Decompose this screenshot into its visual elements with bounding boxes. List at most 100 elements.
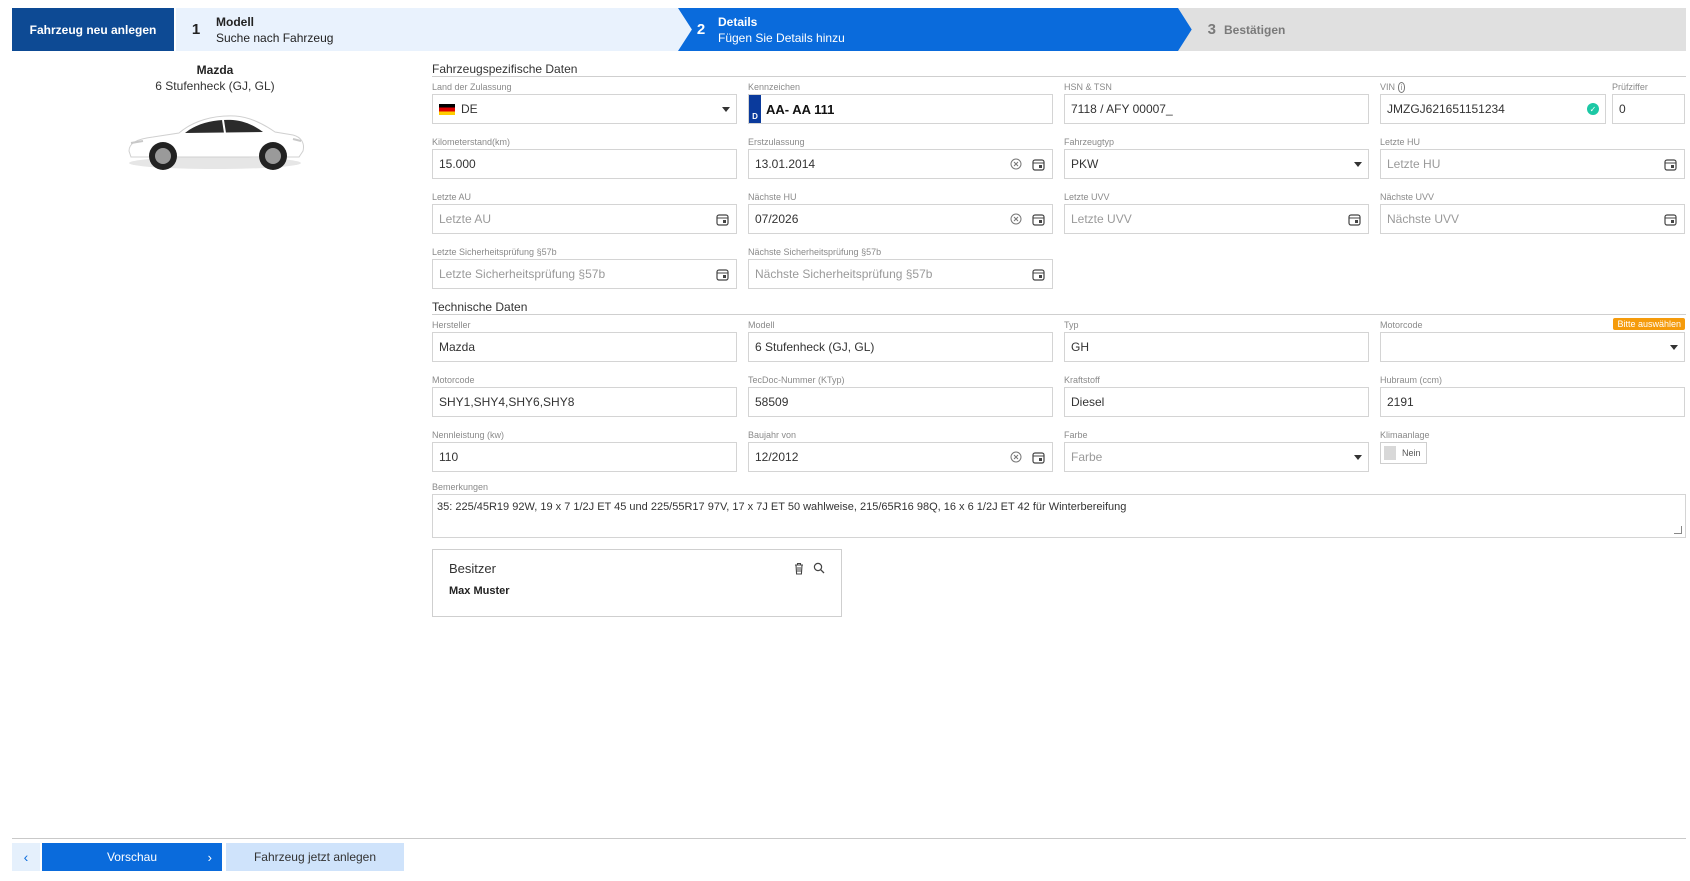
field-label: Bemerkungen (432, 482, 489, 492)
field-label: Nennleistung (kw) (432, 430, 505, 440)
chevron-right-icon: › (207, 849, 212, 865)
next-safety-check-input[interactable]: Nächste Sicherheitsprüfung §57b (748, 259, 1053, 289)
fuel-input[interactable]: Diesel (1064, 387, 1369, 417)
next-uvv-input[interactable]: Nächste UVV (1380, 204, 1685, 234)
field-placeholder: Letzte HU (1387, 157, 1441, 171)
mileage-input[interactable]: 15.000 (432, 149, 737, 179)
check-circle-icon: ✓ (1586, 103, 1599, 115)
plate-country-badge: D (749, 95, 761, 123)
calendar-icon[interactable] (1030, 449, 1046, 465)
chevron-down-icon (722, 106, 730, 112)
field-label: Nächste HU (748, 192, 797, 202)
section-vehicle-data: Fahrzeugspezifische Daten (432, 60, 1686, 77)
german-flag-icon (439, 103, 455, 115)
field-hersteller: Hersteller Mazda (432, 315, 737, 370)
chevron-left-icon: ‹ (23, 849, 29, 865)
field-label: HSN & TSN (1064, 82, 1112, 92)
field-label: Modell (748, 320, 775, 330)
power-input[interactable]: 110 (432, 442, 737, 472)
field-placeholder: Letzte Sicherheitsprüfung §57b (439, 267, 606, 281)
hsn-tsn-input[interactable]: 7118 / AFY 00007_ (1064, 94, 1369, 124)
calendar-icon[interactable] (1662, 156, 1678, 172)
last-uvv-input[interactable]: Letzte UVV (1064, 204, 1369, 234)
field-label: VIN i (1380, 81, 1606, 94)
last-hu-input[interactable]: Letzte HU (1380, 149, 1685, 179)
step-bestaetigen[interactable]: 3 Bestätigen (1178, 8, 1686, 51)
calendar-icon[interactable] (1030, 266, 1046, 282)
displacement-input[interactable]: 2191 (1380, 387, 1685, 417)
create-vehicle-button[interactable]: Fahrzeug jetzt anlegen (226, 843, 404, 871)
last-safety-check-input[interactable]: Letzte Sicherheitsprüfung §57b (432, 259, 737, 289)
field-motorcode: Motorcode SHY1,SHY4,SHY6,SHY8 (432, 370, 737, 425)
step-number: 1 (191, 21, 201, 38)
step-details[interactable]: 2 Details Fügen Sie Details hinzu (678, 8, 1193, 51)
vehicle-summary: Mazda 6 Stufenheck (GJ, GL) (12, 60, 418, 175)
field-value: AA- AA 111 (766, 101, 835, 117)
field-value: 35: 225/45R19 92W, 19 x 7 1/2J ET 45 und… (437, 501, 1127, 513)
toggle-knob (1384, 446, 1396, 460)
field-value: Diesel (1071, 395, 1105, 409)
field-motorcode-select: Motorcode Bitte auswählen (1380, 315, 1685, 370)
field-hsn: HSN & TSN 7118 / AFY 00007_ (1064, 77, 1369, 132)
type-input[interactable]: GH (1064, 332, 1369, 362)
resize-handle-icon[interactable] (1674, 526, 1682, 534)
license-plate-input[interactable]: D AA- AA 111 (748, 94, 1053, 124)
info-icon[interactable]: i (1397, 82, 1406, 93)
field-value: 2191 (1387, 395, 1414, 409)
car-image (128, 115, 304, 170)
field-nennleistung: Nennleistung (kw) 110 (432, 425, 737, 480)
vin-input[interactable]: JMZGJ621651151234 ✓ (1380, 94, 1606, 124)
country-select[interactable]: DE (432, 94, 737, 124)
field-land: Land der Zulassung DE (432, 77, 737, 132)
tecdoc-input[interactable]: 58509 (748, 387, 1053, 417)
calendar-icon[interactable] (1662, 211, 1678, 227)
step-subtitle: Suche nach Fahrzeug (216, 30, 334, 45)
engine-code-select[interactable] (1380, 332, 1685, 362)
remarks-textarea[interactable]: 35: 225/45R19 92W, 19 x 7 1/2J ET 45 und… (432, 494, 1686, 538)
footer-divider (12, 838, 1686, 839)
manufacturer-input[interactable]: Mazda (432, 332, 737, 362)
calendar-icon[interactable] (714, 266, 730, 282)
field-label: Fahrzeugtyp (1064, 137, 1115, 147)
back-button[interactable]: ‹ (12, 843, 40, 871)
field-value: Mazda (439, 340, 476, 354)
button-label: Vorschau (106, 850, 158, 864)
chevron-down-icon (1670, 344, 1678, 350)
calendar-icon[interactable] (1030, 156, 1046, 172)
build-year-input[interactable]: 12/2012 (748, 442, 1053, 472)
color-select[interactable]: Farbe (1064, 442, 1369, 472)
field-placeholder: Nächste UVV (1387, 212, 1460, 226)
field-label: TecDoc-Nummer (KTyp) (748, 375, 845, 385)
field-label: Letzte AU (432, 192, 472, 202)
field-baujahr: Baujahr von 12/2012 (748, 425, 1053, 480)
last-au-input[interactable]: Letzte AU (432, 204, 737, 234)
chevron-down-icon (1354, 454, 1362, 460)
engine-code-input[interactable]: SHY1,SHY4,SHY6,SHY8 (432, 387, 737, 417)
calendar-icon[interactable] (1030, 211, 1046, 227)
field-letzte-au: Letzte AU Letzte AU (432, 187, 737, 242)
vehicle-type-select[interactable]: PKW (1064, 149, 1369, 179)
field-value: 7118 / AFY 00007_ (1071, 102, 1173, 116)
field-label: Letzte Sicherheitsprüfung §57b (432, 247, 557, 257)
step-modell[interactable]: 1 Modell Suche nach Fahrzeug (176, 8, 692, 51)
field-value: PKW (1071, 157, 1099, 171)
step-title: Details (718, 14, 758, 29)
clear-icon[interactable] (1008, 211, 1024, 227)
calendar-icon[interactable] (714, 211, 730, 227)
next-hu-input[interactable]: 07/2026 (748, 204, 1053, 234)
trash-icon[interactable] (793, 562, 805, 578)
search-icon[interactable] (813, 562, 825, 578)
field-farbe: Farbe Farbe (1064, 425, 1369, 480)
field-erstzulassung: Erstzulassung 13.01.2014 (748, 132, 1053, 187)
model-input[interactable]: 6 Stufenheck (GJ, GL) (748, 332, 1053, 362)
clear-icon[interactable] (1008, 449, 1024, 465)
pruefziffer-input[interactable]: 0 (1611, 94, 1685, 124)
calendar-icon[interactable] (1346, 211, 1362, 227)
field-placeholder: Nächste Sicherheitsprüfung §57b (755, 267, 933, 281)
first-registration-date-input[interactable]: 13.01.2014 (748, 149, 1053, 179)
air-conditioning-toggle[interactable]: Nein (1380, 442, 1427, 464)
field-label: Motorcode (432, 375, 475, 385)
field-label: Land der Zulassung (432, 82, 512, 92)
preview-button[interactable]: Vorschau › (42, 843, 222, 871)
clear-icon[interactable] (1008, 156, 1024, 172)
